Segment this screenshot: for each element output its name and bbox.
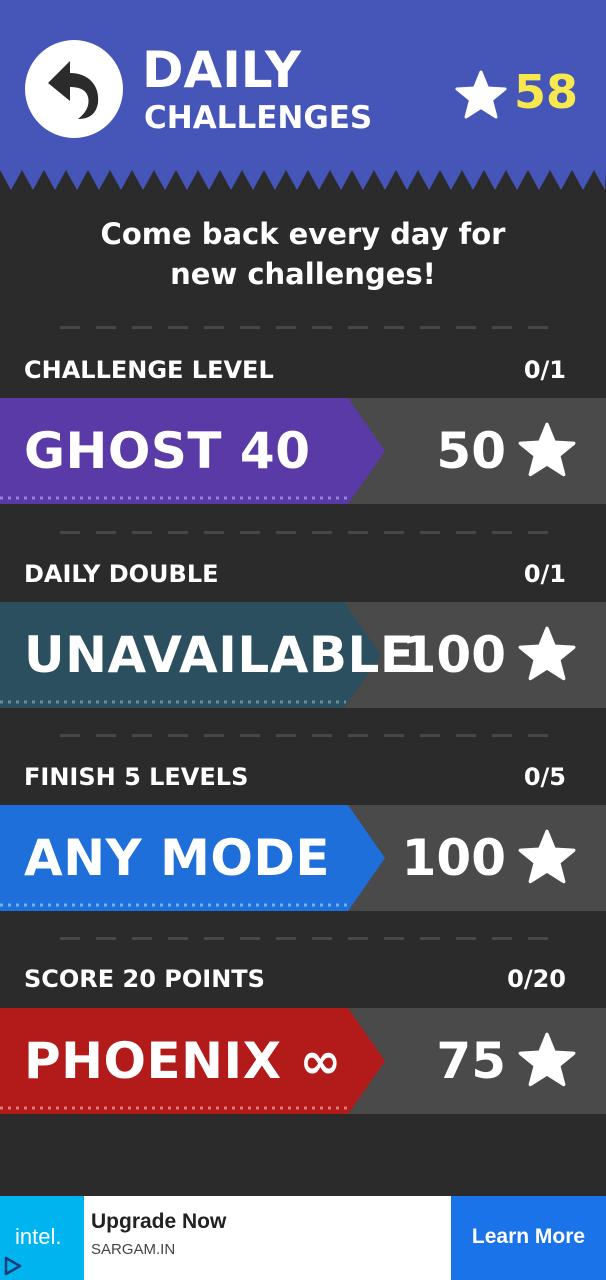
challenge-name: ANY MODE — [24, 829, 331, 887]
subtitle: Come back every day for new challenges! — [0, 214, 606, 294]
challenge-label: SCORE 20 POINTS — [24, 965, 265, 993]
reward-amount: 100 — [401, 829, 506, 887]
challenge-label: CHALLENGE LEVEL — [24, 356, 274, 384]
reward-amount: 75 — [436, 1032, 506, 1090]
divider — [60, 326, 560, 329]
star-icon — [518, 626, 576, 681]
reward-amount: 50 — [436, 422, 506, 480]
challenge-name: PHOENIX ∞ — [24, 1032, 342, 1090]
back-button[interactable] — [25, 40, 123, 138]
challenge-label: FINISH 5 LEVELS — [24, 763, 249, 791]
page-title: DAILY — [142, 41, 302, 99]
subtitle-text: Come back every day for new challenges! — [100, 217, 506, 291]
challenge-progress: 0/5 — [523, 763, 566, 791]
challenge-progress: 0/1 — [523, 560, 566, 588]
learn-more-button[interactable]: Learn More — [451, 1196, 606, 1280]
ad-banner[interactable]: intel. Upgrade Now SARGAM.IN Learn More — [0, 1196, 606, 1280]
challenge-row[interactable]: GHOST 40 50 — [0, 398, 606, 504]
star-icon — [518, 422, 576, 477]
divider — [60, 531, 560, 534]
star-icon — [455, 70, 507, 119]
challenge-name: UNAVAILABLE — [24, 626, 415, 684]
challenge-row[interactable]: ANY MODE 100 — [0, 805, 606, 911]
back-arrow-icon — [48, 61, 99, 119]
page-subtitle-title: CHALLENGES — [144, 100, 373, 136]
challenge-row[interactable]: UNAVAILABLE 100 — [0, 602, 606, 708]
ad-logo: intel. — [0, 1196, 84, 1280]
challenge-name: GHOST 40 — [24, 422, 311, 480]
divider — [60, 937, 560, 940]
challenge-progress: 0/1 — [523, 356, 566, 384]
ad-title: Upgrade Now — [91, 1210, 227, 1233]
star-total-count: 58 — [514, 65, 579, 119]
ad-domain: SARGAM.IN — [91, 1241, 176, 1258]
reward-amount: 100 — [401, 626, 506, 684]
challenge-label: DAILY DOUBLE — [24, 560, 219, 588]
header-bar: DAILY CHALLENGES 58 — [0, 0, 606, 170]
challenge-row[interactable]: PHOENIX ∞ 75 — [0, 1008, 606, 1114]
challenge-progress: 0/20 — [507, 965, 566, 993]
star-icon — [518, 829, 576, 884]
ad-logo-text: intel. — [15, 1224, 62, 1249]
divider — [60, 734, 560, 737]
ad-choices-icon[interactable] — [3, 1256, 23, 1276]
learn-more-label: Learn More — [471, 1225, 586, 1248]
zigzag-edge — [0, 168, 606, 190]
star-icon — [518, 1032, 576, 1087]
